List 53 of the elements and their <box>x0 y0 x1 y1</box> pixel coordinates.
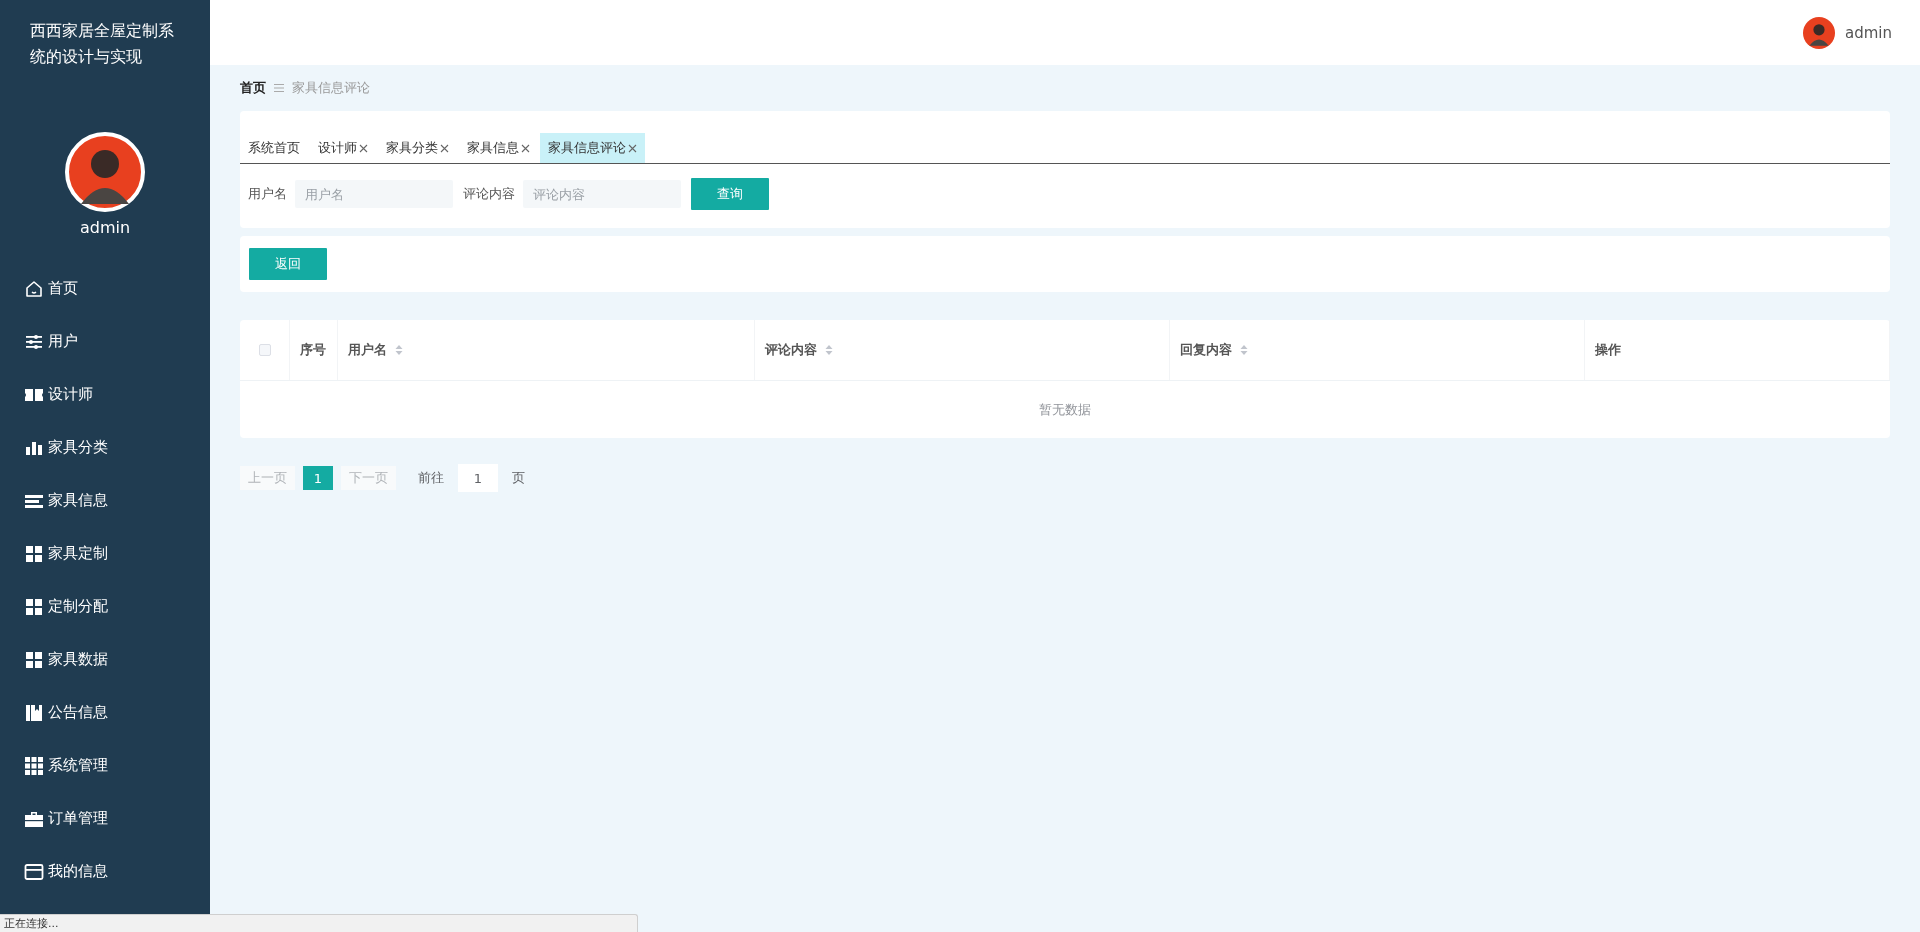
sort-icon <box>395 344 403 356</box>
house-icon <box>24 278 44 299</box>
tab[interactable]: 设计师 <box>310 133 376 163</box>
menu-item[interactable]: 家具信息 <box>0 474 210 527</box>
column-header[interactable]: 用户名 <box>348 341 387 359</box>
menu-item[interactable]: 系统管理 <box>0 739 210 792</box>
input-field[interactable]: 用户名 <box>295 180 453 208</box>
sort-icon <box>825 344 833 356</box>
user-name[interactable]: admin <box>1845 23 1892 42</box>
tab[interactable]: 家具信息 <box>459 133 538 163</box>
checkbox[interactable] <box>258 344 271 356</box>
goto-label: 前往 <box>418 469 444 487</box>
field-label: 用户名 <box>248 185 287 203</box>
user-name: admin <box>79 218 131 237</box>
grid-icon <box>24 596 44 617</box>
status-text: 正在连接... <box>4 916 59 931</box>
system-title: 西西家居全屋定制系统的设计与实现 <box>29 20 175 68</box>
close-icon[interactable] <box>628 143 637 153</box>
column-header: 序号 <box>300 341 326 359</box>
card-icon <box>24 861 44 882</box>
page-input[interactable]: 1 <box>458 464 498 492</box>
column-header[interactable]: 回复内容 <box>1180 341 1232 359</box>
menu-item[interactable]: 公告信息 <box>0 686 210 739</box>
empty-message: 暂无数据 <box>1039 400 1091 419</box>
sort-icon <box>1240 344 1248 356</box>
field-label: 评论内容 <box>463 185 515 203</box>
menu-item[interactable]: 首页 <box>0 262 210 315</box>
input-field[interactable]: 评论内容 <box>523 180 681 208</box>
tab[interactable]: 家具分类 <box>378 133 457 163</box>
breadcrumb-current: 家具信息评论 <box>292 79 370 97</box>
menu-item[interactable]: 设计师 <box>0 368 210 421</box>
grid-icon <box>24 543 44 564</box>
close-icon[interactable] <box>440 143 449 153</box>
page-suffix: 页 <box>512 469 525 487</box>
menu-item[interactable]: 我的信息 <box>0 845 210 898</box>
tab[interactable]: 系统首页 <box>240 133 308 163</box>
column-header: 操作 <box>1595 341 1621 359</box>
close-icon[interactable] <box>521 143 530 153</box>
tab[interactable]: 家具信息评论 <box>540 133 645 163</box>
menu-item[interactable]: 家具分类 <box>0 421 210 474</box>
grid-icon <box>24 649 44 670</box>
menu-item[interactable]: 用户 <box>0 315 210 368</box>
book-icon <box>24 702 44 723</box>
menu-icon <box>274 83 284 93</box>
menu-item[interactable]: 家具数据 <box>0 633 210 686</box>
breadcrumb-link[interactable]: 首页 <box>240 79 266 97</box>
menu-item[interactable]: 定制分配 <box>0 580 210 633</box>
menu-item[interactable]: 订单管理 <box>0 792 210 845</box>
column-header[interactable]: 评论内容 <box>765 341 817 359</box>
grid-icon <box>24 755 44 776</box>
avatar <box>1803 16 1835 49</box>
menu-item[interactable]: 家具定制 <box>0 527 210 580</box>
close-icon[interactable] <box>359 143 368 153</box>
